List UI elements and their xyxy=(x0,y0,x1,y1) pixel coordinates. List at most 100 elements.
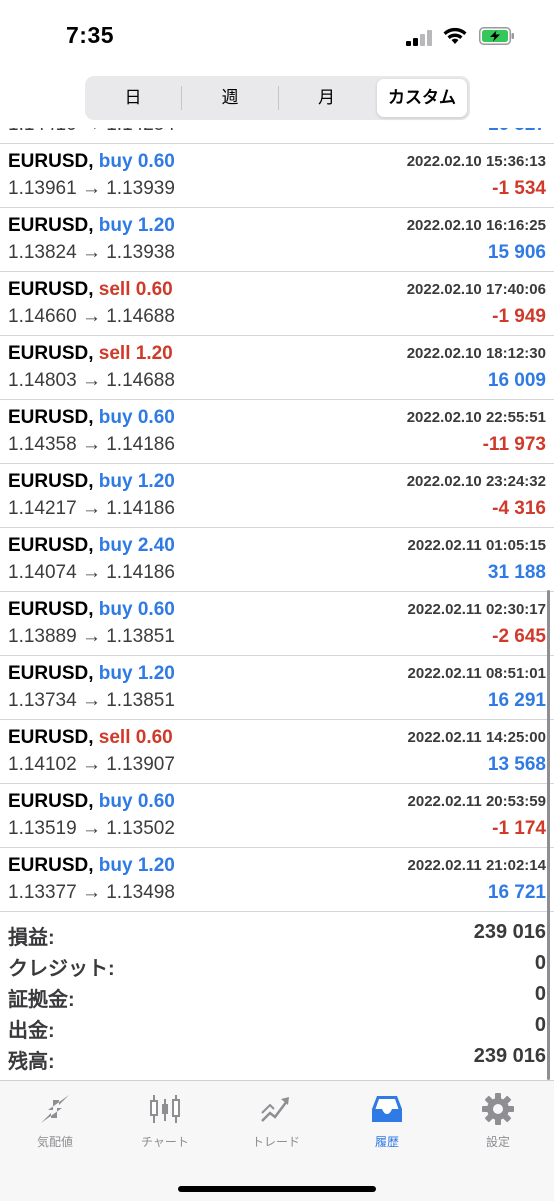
trade-symbol: EURUSD, xyxy=(8,215,94,236)
summary-value: 239 016 xyxy=(473,1045,546,1067)
trade-history-list[interactable]: 1.14410 → 1.14254 16 327 EURUSD, buy 0.6… xyxy=(0,128,554,912)
tab-quotes[interactable]: 気配値 xyxy=(0,1081,110,1161)
summary-label: クレジット: xyxy=(8,958,115,980)
tab-label: 気配値 xyxy=(36,1135,73,1149)
tab-label: トレード xyxy=(251,1135,300,1149)
trade-date: 2022.02.10 23:24:32 xyxy=(406,473,546,490)
quotes-arrows-icon xyxy=(41,1095,69,1123)
trade-symbol: EURUSD, xyxy=(8,727,94,748)
trade-profit: 16 009 xyxy=(487,370,546,391)
summary-value: 239 016 xyxy=(473,921,546,943)
trade-row[interactable]: EURUSD, buy 1.20 2022.02.11 08:51:01 1.137… xyxy=(0,656,554,720)
tab-history[interactable]: 履歴 xyxy=(332,1081,442,1161)
trade-title: EURUSD, buy 1.20 xyxy=(8,215,175,237)
trade-profit: -1 174 xyxy=(492,818,546,839)
trade-side-volume: buy 1.20 xyxy=(98,855,175,876)
trade-date: 2022.02.10 22:55:51 xyxy=(406,409,546,426)
trade-title: EURUSD, buy 1.20 xyxy=(8,663,175,685)
trade-date: 2022.02.11 21:02:14 xyxy=(407,857,546,874)
segment-custom[interactable]: カスタム xyxy=(377,79,467,117)
gear-icon xyxy=(482,1093,514,1125)
segment-week[interactable]: 週 xyxy=(182,76,278,120)
trade-prices: 1.13519 → 1.13502 xyxy=(8,818,175,839)
trade-title: EURUSD, buy 0.60 xyxy=(8,599,175,621)
trade-symbol: EURUSD, xyxy=(8,151,94,172)
trade-symbol: EURUSD, xyxy=(8,535,94,556)
trade-profit: 16 327 xyxy=(488,128,546,136)
trade-date: 2022.02.10 17:40:06 xyxy=(406,281,546,298)
summary-row: 証拠金: 0 xyxy=(0,980,554,1011)
tab-label: チャート xyxy=(141,1135,189,1149)
home-indicator xyxy=(178,1186,376,1192)
trade-prices: 1.14660 → 1.14688 xyxy=(8,306,175,327)
trade-title: EURUSD, sell 0.60 xyxy=(8,727,173,749)
summary-value: 0 xyxy=(534,983,546,1005)
trade-row[interactable]: EURUSD, buy 1.20 2022.02.10 23:24:32 1.142… xyxy=(0,464,554,528)
trade-side-volume: sell 0.60 xyxy=(98,279,173,300)
summary-value: 0 xyxy=(534,1014,546,1036)
trade-side-volume: buy 0.60 xyxy=(98,151,175,172)
battery-charging-icon xyxy=(479,27,514,45)
trade-prices: 1.14102 → 1.13907 xyxy=(8,754,175,775)
trade-prices: 1.13824 → 1.13938 xyxy=(8,242,175,263)
summary-label: 損益: xyxy=(8,927,55,949)
trade-symbol: EURUSD, xyxy=(8,855,94,876)
trade-prices: 1.14074 → 1.14186 xyxy=(8,562,175,583)
trade-symbol: EURUSD, xyxy=(8,279,94,300)
tab-label: 履歴 xyxy=(374,1135,399,1149)
trade-row-partial[interactable]: 1.14410 → 1.14254 16 327 xyxy=(0,128,554,144)
trade-row[interactable]: EURUSD, buy 1.20 2022.02.10 16:16:25 1.138… xyxy=(0,208,554,272)
trade-date: 2022.02.11 08:51:01 xyxy=(407,665,546,682)
trade-prices: 1.13734 → 1.13851 xyxy=(8,690,175,711)
trade-profit: 15 906 xyxy=(487,242,546,263)
summary-row: クレジット: 0 xyxy=(0,949,554,980)
trade-profit: 31 188 xyxy=(487,562,546,583)
trade-row[interactable]: EURUSD, sell 0.60 2022.02.10 17:40:06 1.14… xyxy=(0,272,554,336)
trade-side-volume: buy 1.20 xyxy=(98,215,175,236)
trade-row[interactable]: EURUSD, buy 0.60 2022.02.10 15:36:13 1.139… xyxy=(0,144,554,208)
trade-row[interactable]: EURUSD, buy 2.40 2022.02.11 01:05:15 1.140… xyxy=(0,528,554,592)
tab-trade[interactable]: トレード xyxy=(221,1081,331,1161)
summary-value: 0 xyxy=(534,952,546,974)
trade-side-volume: buy 0.60 xyxy=(98,407,175,428)
trade-prices: 1.14410 → 1.14254 xyxy=(8,128,175,136)
trade-row[interactable]: EURUSD, buy 0.60 2022.02.10 22:55:51 1.143… xyxy=(0,400,554,464)
status-time: 7:35 xyxy=(66,22,115,48)
trade-title: EURUSD, buy 2.40 xyxy=(8,535,175,557)
trade-symbol: EURUSD, xyxy=(8,471,94,492)
trade-profit: -1 949 xyxy=(492,306,546,327)
trade-date: 2022.02.11 20:53:59 xyxy=(407,793,546,810)
trade-row[interactable]: EURUSD, buy 1.20 2022.02.11 21:02:14 1.133… xyxy=(0,848,554,912)
segment-day[interactable]: 日 xyxy=(85,76,181,120)
tab-settings[interactable]: 設定 xyxy=(443,1081,553,1161)
trade-profit: 16 721 xyxy=(487,882,546,903)
trade-prices: 1.13961 → 1.13939 xyxy=(8,178,175,199)
tab-chart[interactable]: チャート xyxy=(110,1081,220,1161)
trade-row[interactable]: EURUSD, buy 0.60 2022.02.11 02:30:17 1.138… xyxy=(0,592,554,656)
trade-row[interactable]: EURUSD, sell 0.60 2022.02.11 14:25:00 1.14… xyxy=(0,720,554,784)
trade-profit: 16 291 xyxy=(487,690,546,711)
trade-symbol: EURUSD, xyxy=(8,599,94,620)
summary-row: 損益: 239 016 xyxy=(0,918,554,949)
cellular-signal-icon xyxy=(406,30,432,46)
trade-side-volume: buy 0.60 xyxy=(98,599,175,620)
trade-profit: -11 973 xyxy=(482,434,546,455)
trade-side-volume: sell 0.60 xyxy=(98,727,173,748)
trade-prices: 1.14217 → 1.14186 xyxy=(8,498,175,519)
trade-profit: -4 316 xyxy=(492,498,546,519)
segment-month[interactable]: 月 xyxy=(279,76,374,120)
trade-prices: 1.14803 → 1.14688 xyxy=(8,370,175,391)
summary-row: 出金: 0 xyxy=(0,1011,554,1042)
trade-symbol: EURUSD, xyxy=(8,663,94,684)
trade-profit: -1 534 xyxy=(492,178,546,199)
trade-symbol: EURUSD, xyxy=(8,343,94,364)
trade-profit: -2 645 xyxy=(492,626,546,647)
trade-title: EURUSD, sell 0.60 xyxy=(8,279,173,301)
trade-row[interactable]: EURUSD, sell 1.20 2022.02.10 18:12:30 1.14… xyxy=(0,336,554,400)
wifi-icon xyxy=(443,27,467,44)
status-bar: 7:35 xyxy=(0,0,554,72)
trade-row[interactable]: EURUSD, buy 0.60 2022.02.11 20:53:59 1.135… xyxy=(0,784,554,848)
history-tray-icon xyxy=(372,1096,402,1122)
trade-side-volume: buy 0.60 xyxy=(98,791,175,812)
trade-date: 2022.02.11 02:30:17 xyxy=(407,601,546,618)
